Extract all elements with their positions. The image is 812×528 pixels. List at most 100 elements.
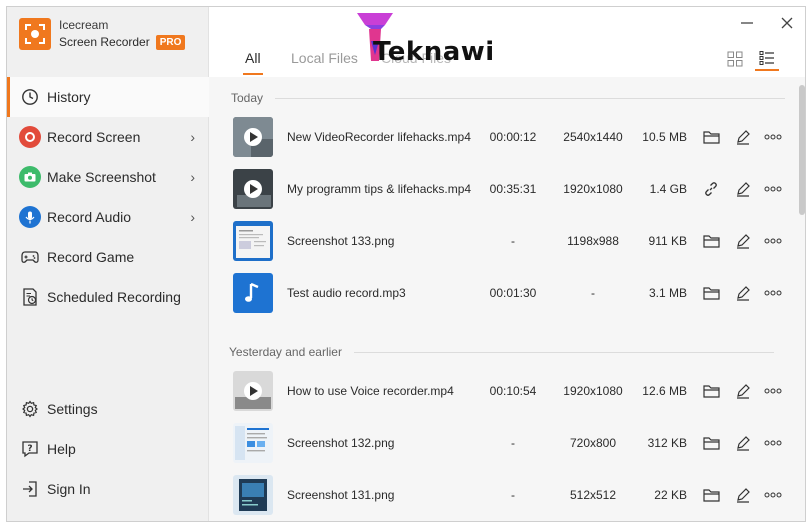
app-name: Icecream	[59, 18, 109, 32]
list-item[interactable]: Test audio record.mp3 00:01:30 - 3.1 MB	[225, 267, 789, 319]
more-icon[interactable]	[763, 381, 783, 401]
sidebar-item-label: Record Game	[47, 249, 135, 265]
help-icon: ?	[19, 438, 41, 460]
file-resolution: 720x800	[569, 436, 617, 450]
sidebar-item-label: Settings	[47, 401, 98, 417]
list-item[interactable]: My programm tips & lifehacks.mp4 00:35:3…	[225, 163, 789, 215]
edit-icon[interactable]	[733, 231, 753, 251]
list-item[interactable]: How to use Voice recorder.mp4 00:10:54 1…	[225, 365, 789, 417]
folder-icon[interactable]	[701, 231, 721, 251]
sidebar-item-label: Sign In	[47, 481, 91, 497]
file-resolution: 1198x988	[567, 234, 619, 248]
chevron-right-icon: ›	[190, 169, 195, 185]
more-icon[interactable]	[763, 179, 783, 199]
microphone-icon	[19, 206, 41, 228]
file-resolution: 512x512	[569, 488, 617, 502]
edit-icon[interactable]	[733, 179, 753, 199]
history-list: Today New VideoRecorder lifehacks.mp4 00…	[209, 83, 805, 521]
file-resolution: -	[591, 286, 595, 300]
screenshot-thumbnail	[233, 221, 273, 261]
edit-icon[interactable]	[733, 485, 753, 505]
file-size: 10.5 MB	[642, 130, 687, 144]
list-item[interactable]: Screenshot 131.png - 512x512 22 KB	[225, 469, 789, 521]
edit-icon[interactable]	[733, 381, 753, 401]
file-resolution: 1920x1080	[563, 384, 623, 398]
file-name: Screenshot 131.png	[287, 488, 395, 502]
file-size: 1.4 GB	[649, 182, 687, 196]
section-title: Yesterday and earlier	[229, 345, 342, 359]
video-thumbnail	[233, 117, 273, 157]
file-size: 22 KB	[654, 488, 687, 502]
file-duration: 00:35:31	[489, 182, 537, 196]
brand: Icecream Screen Recorder PRO	[19, 17, 186, 51]
chevron-right-icon: ›	[190, 129, 195, 145]
folder-icon[interactable]	[701, 283, 721, 303]
file-name: Test audio record.mp3	[287, 286, 406, 300]
close-button[interactable]	[777, 13, 797, 33]
list-item[interactable]: Screenshot 133.png - 1198x988 911 KB	[225, 215, 789, 267]
edit-icon[interactable]	[733, 127, 753, 147]
file-duration: 00:01:30	[489, 286, 537, 300]
link-icon[interactable]	[701, 179, 721, 199]
file-name: My programm tips & lifehacks.mp4	[287, 182, 472, 196]
section-header-yesterday: Yesterday and earlier	[229, 345, 774, 359]
section-header-today: Today	[231, 91, 786, 105]
edit-icon[interactable]	[733, 283, 753, 303]
folder-icon[interactable]	[701, 381, 721, 401]
close-icon	[781, 17, 793, 29]
folder-icon[interactable]	[701, 433, 721, 453]
audio-thumbnail	[233, 273, 273, 313]
file-resolution: 2540x1440	[563, 130, 623, 144]
sidebar-item-settings[interactable]: Settings	[7, 389, 209, 429]
sidebar-item-history[interactable]: History	[7, 77, 209, 117]
sidebar-item-record-screen[interactable]: Record Screen ›	[7, 117, 209, 157]
minimize-button[interactable]	[737, 13, 757, 33]
top-bar: All Local Files Cloud Files Teknawi	[209, 7, 805, 77]
main-panel: All Local Files Cloud Files Teknawi Toda…	[209, 7, 805, 521]
sign-in-icon	[19, 478, 41, 500]
folder-icon[interactable]	[701, 127, 721, 147]
minimize-icon	[741, 22, 753, 24]
video-thumbnail	[233, 371, 273, 411]
list-view-button[interactable]	[755, 47, 779, 71]
file-duration: -	[511, 234, 515, 248]
grid-view-icon	[727, 51, 743, 67]
sidebar-item-sign-in[interactable]: Sign In	[7, 469, 209, 509]
edit-icon[interactable]	[733, 433, 753, 453]
file-name: How to use Voice recorder.mp4	[287, 384, 454, 398]
schedule-icon	[19, 286, 41, 308]
sidebar-item-label: Scheduled Recording	[47, 289, 181, 305]
file-duration: 00:00:12	[489, 130, 537, 144]
tab-all[interactable]: All	[243, 49, 263, 75]
sidebar-item-label: Record Audio	[47, 209, 132, 225]
sidebar-item-help[interactable]: ? Help	[7, 429, 209, 469]
sidebar-item-scheduled-recording[interactable]: Scheduled Recording	[7, 277, 209, 317]
video-thumbnail	[233, 169, 273, 209]
app-product: Screen Recorder	[59, 35, 150, 49]
clock-icon	[19, 86, 41, 108]
file-duration: 00:10:54	[489, 384, 537, 398]
file-name: Screenshot 132.png	[287, 436, 395, 450]
folder-icon[interactable]	[701, 485, 721, 505]
more-icon[interactable]	[763, 283, 783, 303]
sidebar-item-make-screenshot[interactable]: Make Screenshot ›	[7, 157, 209, 197]
chevron-right-icon: ›	[190, 209, 195, 225]
more-icon[interactable]	[763, 231, 783, 251]
more-icon[interactable]	[763, 433, 783, 453]
more-icon[interactable]	[763, 485, 783, 505]
sidebar-item-record-audio[interactable]: Record Audio ›	[7, 197, 209, 237]
sidebar-item-label: Make Screenshot	[47, 169, 156, 185]
screenshot-thumbnail	[233, 475, 273, 515]
file-size: 12.6 MB	[642, 384, 687, 398]
more-icon[interactable]	[763, 127, 783, 147]
sidebar-nav: History Record Screen › Make Screenshot …	[7, 77, 209, 317]
grid-view-button[interactable]	[723, 47, 747, 71]
pro-badge: PRO	[155, 35, 186, 50]
list-item[interactable]: Screenshot 132.png - 720x800 312 KB	[225, 417, 789, 469]
section-title: Today	[231, 91, 264, 105]
scrollbar[interactable]	[799, 85, 805, 215]
list-item[interactable]: New VideoRecorder lifehacks.mp4 00:00:12…	[225, 111, 789, 163]
sidebar-item-label: Help	[47, 441, 76, 457]
file-size: 3.1 MB	[648, 286, 687, 300]
sidebar-item-record-game[interactable]: Record Game	[7, 237, 209, 277]
